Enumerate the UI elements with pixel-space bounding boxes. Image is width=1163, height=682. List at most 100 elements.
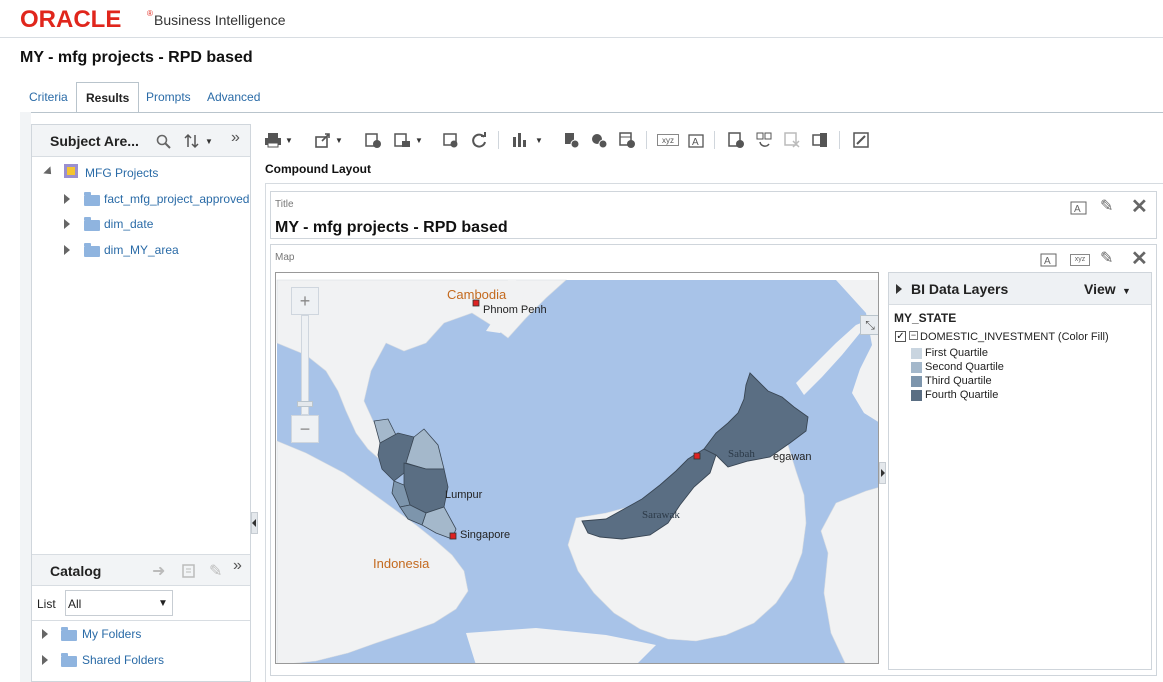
export-icon[interactable] — [314, 131, 332, 149]
tree-item-dim-date[interactable]: dim_date — [104, 217, 153, 241]
catalog-properties-icon[interactable] — [181, 563, 197, 579]
chevron-down-icon: ▼ — [158, 598, 168, 609]
zoom-slider-handle[interactable] — [297, 401, 313, 407]
tree-item-fact-mfg-project-approved[interactable]: fact_mfg_project_approved — [104, 192, 249, 216]
map-label-singapore: Singapore — [460, 529, 511, 541]
format-text-icon[interactable]: A — [1040, 252, 1058, 268]
edit-view-icon[interactable]: ✎ — [1100, 248, 1113, 268]
results-toolbar: ▼ ▼ ▼ ▼ xyz A — [255, 125, 1163, 155]
add-view-icon[interactable] — [562, 131, 580, 149]
compound-layout-icon[interactable] — [727, 131, 745, 149]
product-name: Business Intelligence — [154, 12, 286, 28]
tab-divider — [20, 112, 1163, 113]
collapse-catalog-icon[interactable]: » — [233, 557, 242, 575]
deliver-dropdown-icon[interactable]: ▼ — [415, 136, 423, 145]
collapse-panel-icon[interactable]: » — [231, 129, 240, 147]
edit-view-icon[interactable]: ✎ — [1100, 196, 1113, 216]
list-select-value: All — [68, 597, 82, 611]
map-label-cambodia: Cambodia — [447, 287, 507, 302]
map-label-lumpur: Lumpur — [445, 489, 483, 501]
close-view-icon[interactable]: ✕ — [1131, 246, 1148, 271]
folder-icon — [61, 653, 77, 667]
legend-third-quartile: Third Quartile — [925, 375, 992, 387]
print-dropdown-icon[interactable]: ▼ — [285, 136, 293, 145]
title-view-caption: Title — [275, 199, 294, 210]
subject-area-root[interactable]: MFG Projects — [85, 166, 158, 190]
tab-criteria[interactable]: Criteria — [20, 82, 77, 112]
export-dropdown-icon[interactable]: ▼ — [335, 136, 343, 145]
legend-splitter[interactable] — [879, 462, 886, 484]
map-canvas[interactable]: Cambodia Phnom Penh Indonesia Singapore … — [275, 272, 879, 664]
tree-collapse-icon[interactable] — [43, 166, 55, 178]
format-text-icon[interactable]: A — [1070, 200, 1088, 216]
swatch-second-quartile — [911, 362, 922, 373]
preview-icon[interactable] — [442, 131, 460, 149]
tab-prompts[interactable]: Prompts — [137, 82, 200, 112]
tab-results[interactable]: Results — [76, 82, 140, 113]
tree-item-dim-my-area[interactable]: dim_MY_area — [104, 243, 179, 267]
legend-metric: DOMESTIC_INVESTMENT (Color Fill) — [920, 331, 1109, 343]
sort-icon[interactable] — [184, 133, 202, 149]
new-view-icon[interactable] — [511, 131, 529, 149]
schedule-icon[interactable] — [364, 131, 382, 149]
view-dropdown-icon[interactable]: ▼ — [1122, 286, 1131, 296]
overview-toggle-icon[interactable]: ⤡ — [860, 315, 878, 335]
page-title: MY - mfg projects - RPD based — [20, 49, 253, 66]
oracle-logo: ORACLE — [20, 6, 122, 33]
folder-icon — [61, 627, 77, 641]
legend-view-menu[interactable]: View — [1084, 281, 1116, 297]
edit-analysis-icon[interactable] — [852, 131, 870, 149]
zoom-in-button[interactable]: + — [291, 287, 319, 315]
catalog-title: Catalog — [50, 563, 102, 579]
panel-splitter[interactable] — [251, 512, 258, 534]
left-panel: Subject Are... ▼ » MFG Projects fact_mfg… — [31, 124, 251, 682]
metric-collapse-icon[interactable]: − — [909, 331, 918, 340]
arrow-right-icon[interactable]: ➜ — [152, 561, 165, 581]
layout-properties-icon[interactable] — [811, 131, 829, 149]
text-icon[interactable]: A — [687, 131, 705, 149]
sort-dropdown-icon[interactable]: ▼ — [205, 137, 213, 146]
print-icon[interactable] — [264, 131, 282, 149]
svg-text:A: A — [1044, 256, 1051, 267]
map-label-phnom-penh: Phnom Penh — [483, 304, 547, 316]
expand-icon[interactable] — [42, 629, 48, 639]
folder-icon — [84, 192, 100, 206]
subject-areas-title: Subject Are... — [50, 133, 139, 149]
add-filter-icon[interactable] — [590, 131, 608, 149]
xyz-icon[interactable]: xyz — [1070, 254, 1090, 266]
tab-advanced[interactable]: Advanced — [198, 82, 269, 112]
registered-mark: ® — [147, 9, 153, 18]
catalog-shared-folders[interactable]: Shared Folders — [82, 653, 164, 677]
xyz-icon[interactable]: xyz — [657, 134, 679, 146]
close-view-icon[interactable]: ✕ — [1131, 194, 1148, 219]
search-icon[interactable] — [156, 134, 171, 149]
expand-icon[interactable] — [42, 655, 48, 665]
expand-icon[interactable] — [64, 194, 70, 204]
refresh-icon[interactable] — [470, 131, 488, 149]
edit-pencil-icon[interactable]: ✎ — [209, 561, 222, 581]
add-table-icon[interactable] — [618, 131, 636, 149]
toolbar-separator — [839, 131, 840, 149]
collapse-layers-icon[interactable] — [896, 284, 902, 294]
swatch-third-quartile — [911, 376, 922, 387]
expand-icon[interactable] — [64, 245, 70, 255]
delete-layout-icon[interactable] — [783, 131, 801, 149]
bandar-marker — [693, 452, 701, 460]
title-view: Title MY - mfg projects - RPD based A ✎ … — [270, 191, 1157, 239]
metric-checkbox[interactable]: ✓ — [895, 331, 906, 342]
catalog-my-folders[interactable]: My Folders — [82, 627, 141, 651]
list-label: List — [37, 597, 56, 611]
zoom-slider-track[interactable] — [301, 315, 309, 415]
deliver-icon[interactable] — [393, 131, 411, 149]
zoom-out-button[interactable]: − — [291, 415, 319, 443]
expand-icon[interactable] — [64, 219, 70, 229]
list-select[interactable]: All ▼ — [65, 590, 173, 616]
legend-second-quartile: Second Quartile — [925, 361, 1004, 373]
map-label-begawan: egawan — [773, 451, 812, 463]
duplicate-layout-icon[interactable] — [755, 131, 773, 149]
catalog-divider — [32, 620, 250, 621]
swatch-first-quartile — [911, 348, 922, 359]
subject-areas-header: Subject Are... ▼ » — [32, 125, 250, 157]
new-view-dropdown-icon[interactable]: ▼ — [535, 136, 543, 145]
toolbar-separator — [714, 131, 715, 149]
